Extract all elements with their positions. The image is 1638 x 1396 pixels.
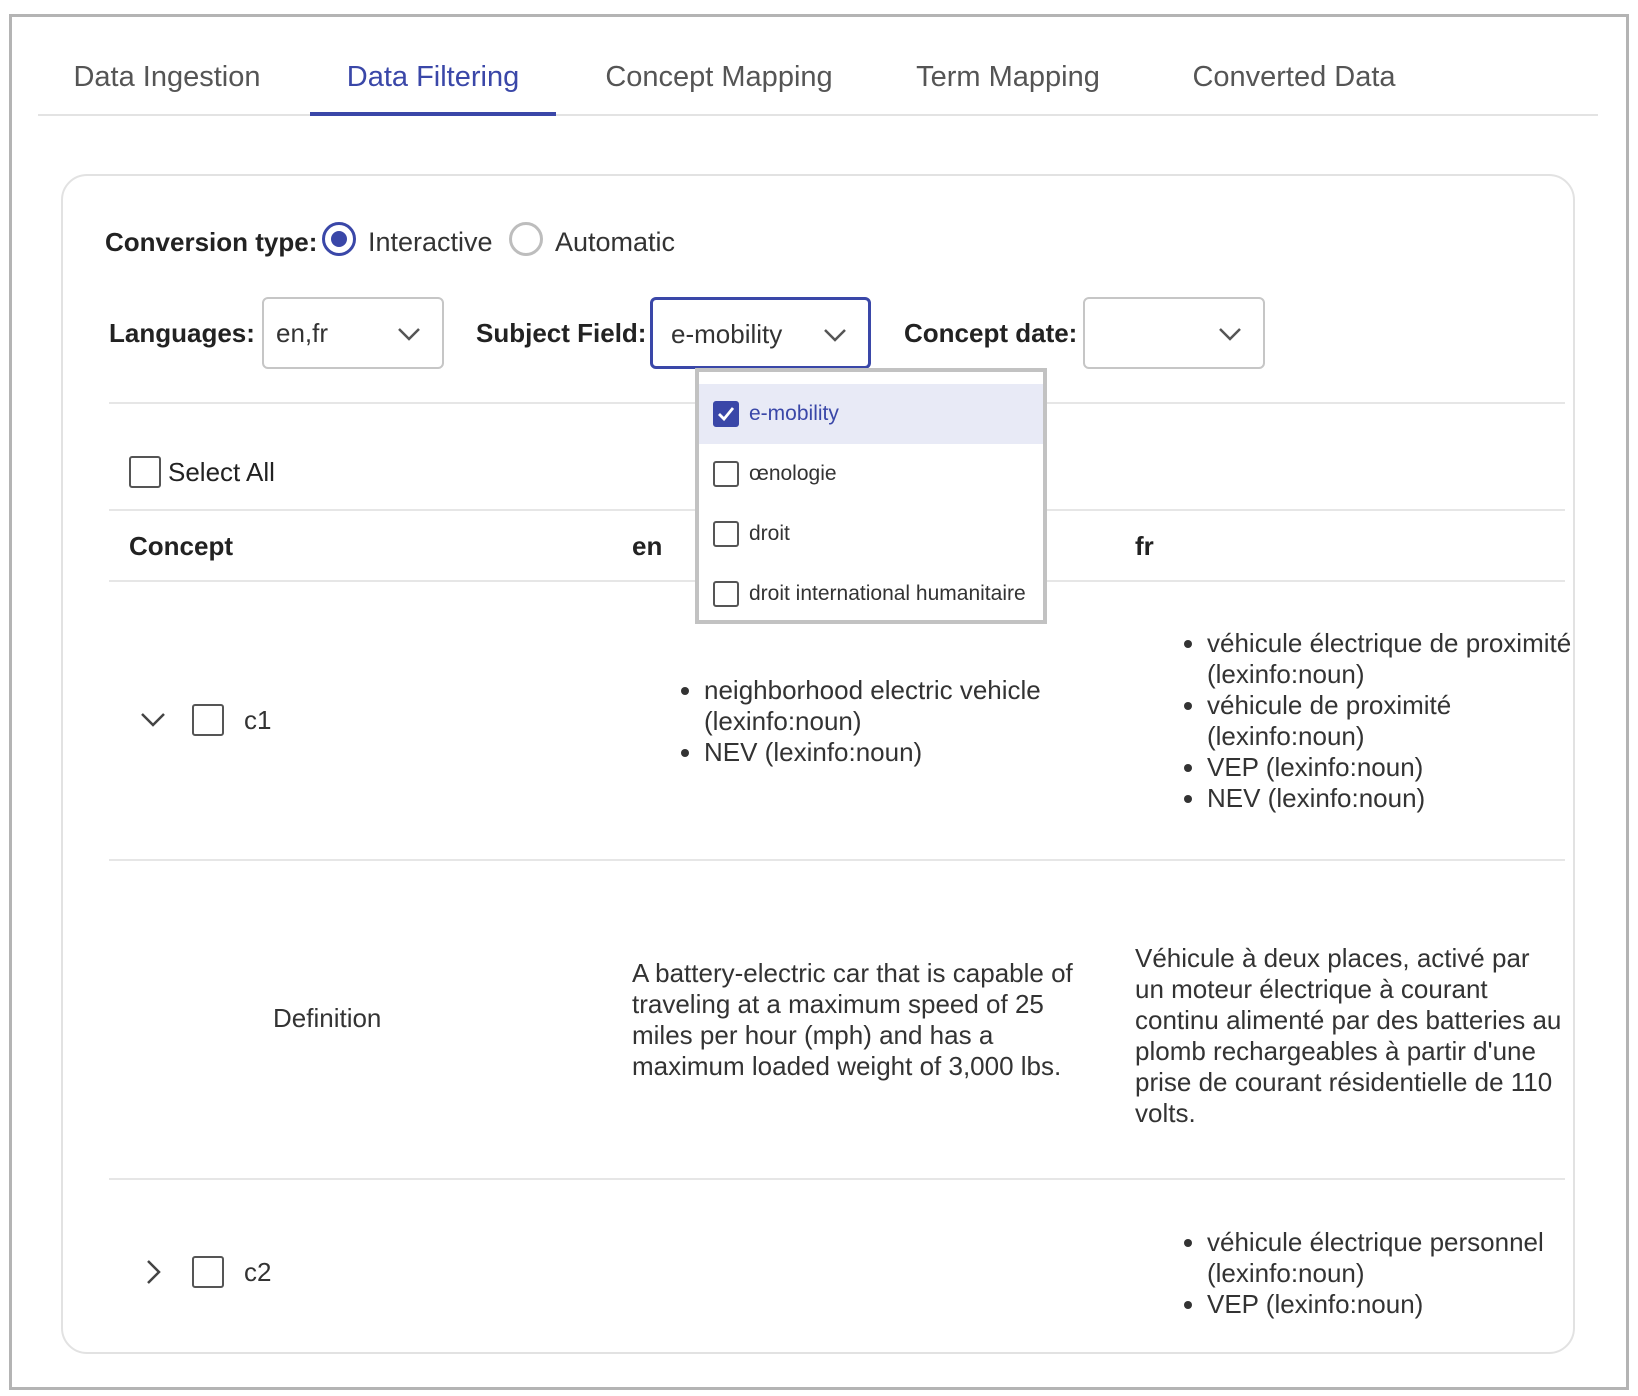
list-item: NEV (lexinfo:noun): [704, 737, 1084, 768]
tab-bar-divider: [38, 114, 1598, 116]
definition-label: Definition: [273, 1003, 382, 1033]
interactive-label: Interactive: [368, 227, 493, 257]
concept-date-label: Concept date:: [904, 318, 1078, 348]
subject-option-oenologie[interactable]: œnologie: [699, 444, 1043, 504]
subject-option-label: droit international humanitaire: [749, 582, 1026, 605]
subject-field-value: e-mobility: [671, 319, 783, 349]
checkbox-checked[interactable]: [713, 401, 739, 427]
select-all-checkbox[interactable]: [129, 456, 161, 488]
row-c1-en-terms: neighborhood electric vehicle (lexinfo:n…: [676, 675, 1084, 768]
languages-label: Languages:: [109, 318, 255, 348]
column-header-concept: Concept: [129, 531, 233, 561]
subject-option-e-mobility[interactable]: e-mobility: [699, 384, 1043, 444]
list-item: VEP (lexinfo:noun): [1207, 1289, 1607, 1320]
checkbox[interactable]: [713, 461, 739, 487]
tab-data-filtering[interactable]: Data Filtering: [310, 40, 556, 116]
concept-date-select[interactable]: [1083, 297, 1265, 369]
subject-option-droit[interactable]: droit: [699, 504, 1043, 564]
checkbox[interactable]: [713, 521, 739, 547]
tab-concept-mapping[interactable]: Concept Mapping: [584, 40, 854, 114]
chevron-down-icon: [1219, 328, 1241, 341]
row-c2-fr-terms: véhicule électrique personnel (lexinfo:n…: [1179, 1227, 1607, 1320]
automatic-radio[interactable]: [509, 222, 543, 256]
subject-field-label: Subject Field:: [476, 318, 647, 348]
languages-select[interactable]: en,fr: [262, 297, 444, 369]
chevron-right-icon[interactable]: [138, 1257, 168, 1287]
row-c1-fr-terms: véhicule électrique de proximité (lexinf…: [1179, 628, 1607, 814]
chevron-down-icon: [824, 329, 846, 342]
column-header-fr: fr: [1135, 531, 1154, 561]
subject-field-select[interactable]: e-mobility: [650, 297, 871, 369]
automatic-label: Automatic: [555, 227, 676, 257]
subject-option-label: droit: [749, 522, 790, 545]
chevron-down-icon[interactable]: [138, 704, 168, 734]
row-c2-id: c2: [244, 1257, 272, 1287]
subject-option-droit-international-humanitaire[interactable]: droit international humanitaire: [699, 564, 1043, 624]
list-item: NEV (lexinfo:noun): [1207, 783, 1607, 814]
tab-converted-data[interactable]: Converted Data: [1170, 40, 1418, 114]
list-item: neighborhood electric vehicle (lexinfo:n…: [704, 675, 1084, 737]
list-item: véhicule électrique personnel (lexinfo:n…: [1207, 1227, 1607, 1289]
conversion-type-label: Conversion type:: [105, 227, 318, 257]
row-divider: [109, 859, 1565, 861]
row-c2-checkbox[interactable]: [192, 1256, 224, 1288]
row-c1-checkbox[interactable]: [192, 704, 224, 736]
list-item: véhicule de proximité (lexinfo:noun): [1207, 690, 1607, 752]
select-all-label: Select All: [168, 457, 275, 487]
subject-option-label: e-mobility: [749, 402, 839, 425]
column-header-en: en: [632, 531, 663, 561]
tab-data-ingestion[interactable]: Data Ingestion: [38, 40, 296, 114]
check-icon: [718, 407, 735, 422]
list-item: véhicule électrique de proximité (lexinf…: [1207, 628, 1607, 690]
row-c1-id: c1: [244, 705, 272, 735]
tab-term-mapping[interactable]: Term Mapping: [896, 40, 1120, 114]
checkbox[interactable]: [713, 581, 739, 607]
tab-bar: Data Ingestion Data Filtering Concept Ma…: [38, 40, 1598, 116]
languages-value: en,fr: [276, 318, 329, 348]
subject-option-label: œnologie: [749, 462, 837, 485]
chevron-down-icon: [398, 328, 420, 341]
list-item: VEP (lexinfo:noun): [1207, 752, 1607, 783]
definition-en: A battery-electric car that is capable o…: [632, 958, 1073, 1081]
subject-field-dropdown: e-mobility œnologie droit droit internat…: [695, 368, 1047, 624]
interactive-radio[interactable]: [322, 222, 356, 256]
definition-fr: Véhicule à deux places, activé par un mo…: [1135, 943, 1562, 1128]
row-divider: [109, 1178, 1565, 1180]
